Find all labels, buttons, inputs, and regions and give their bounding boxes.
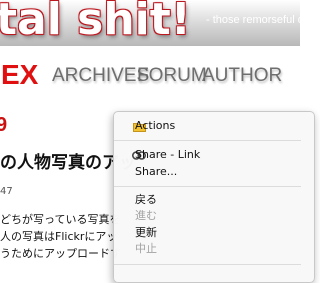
nav-current-item[interactable]: EX [1,60,38,90]
menu-item-label: 中止 [135,242,157,255]
post-date: 47 [0,186,13,197]
menu-item-share[interactable]: Share... [114,164,301,180]
post-body-line: どちが写っている写真を [0,213,120,226]
post-body-line: 人の写真はFlickrにアッ [0,230,118,243]
menu-separator [114,140,301,141]
site-tagline: - those remorseful days [206,14,320,26]
nav-link-author[interactable]: AUTHOR [202,64,282,88]
menu-item-label: Share - Link [135,148,201,161]
post-body-line: うためにアップロードす [0,247,120,260]
post-date-fragment: 9 [0,114,8,136]
menu-item-label: 戻る [135,193,157,206]
menu-item-back[interactable]: 戻る [114,192,301,208]
menu-item-share-link[interactable]: Share - Link [114,147,301,163]
menu-separator [114,186,301,187]
menu-separator [114,264,301,265]
post-body: どちが写っている写真を 人の写真はFlickrにアッ うためにアップロードす [0,211,120,262]
menu-item-label: 進む [135,209,157,222]
menu-item-reload[interactable]: 更新 [114,225,301,241]
menu-item-label: Actions [135,119,176,132]
menu-item-forward: 進む [114,208,301,224]
menu-item-label: Share... [135,165,178,178]
menu-item-actions[interactable]: Actions [114,118,301,134]
site-title[interactable]: tal shit! [0,0,191,48]
nav-link-forum[interactable]: FORUM [137,64,207,88]
context-menu: Actions Share - Link Share... 戻る 進む 更新 中… [113,111,315,283]
menu-item-label: 更新 [135,226,157,239]
menu-item-stop: 中止 [114,241,301,257]
nav-link-archives[interactable]: ARCHIVES [52,64,149,88]
main-nav: EX ARCHIVES FORUM AUTHOR [0,60,300,90]
